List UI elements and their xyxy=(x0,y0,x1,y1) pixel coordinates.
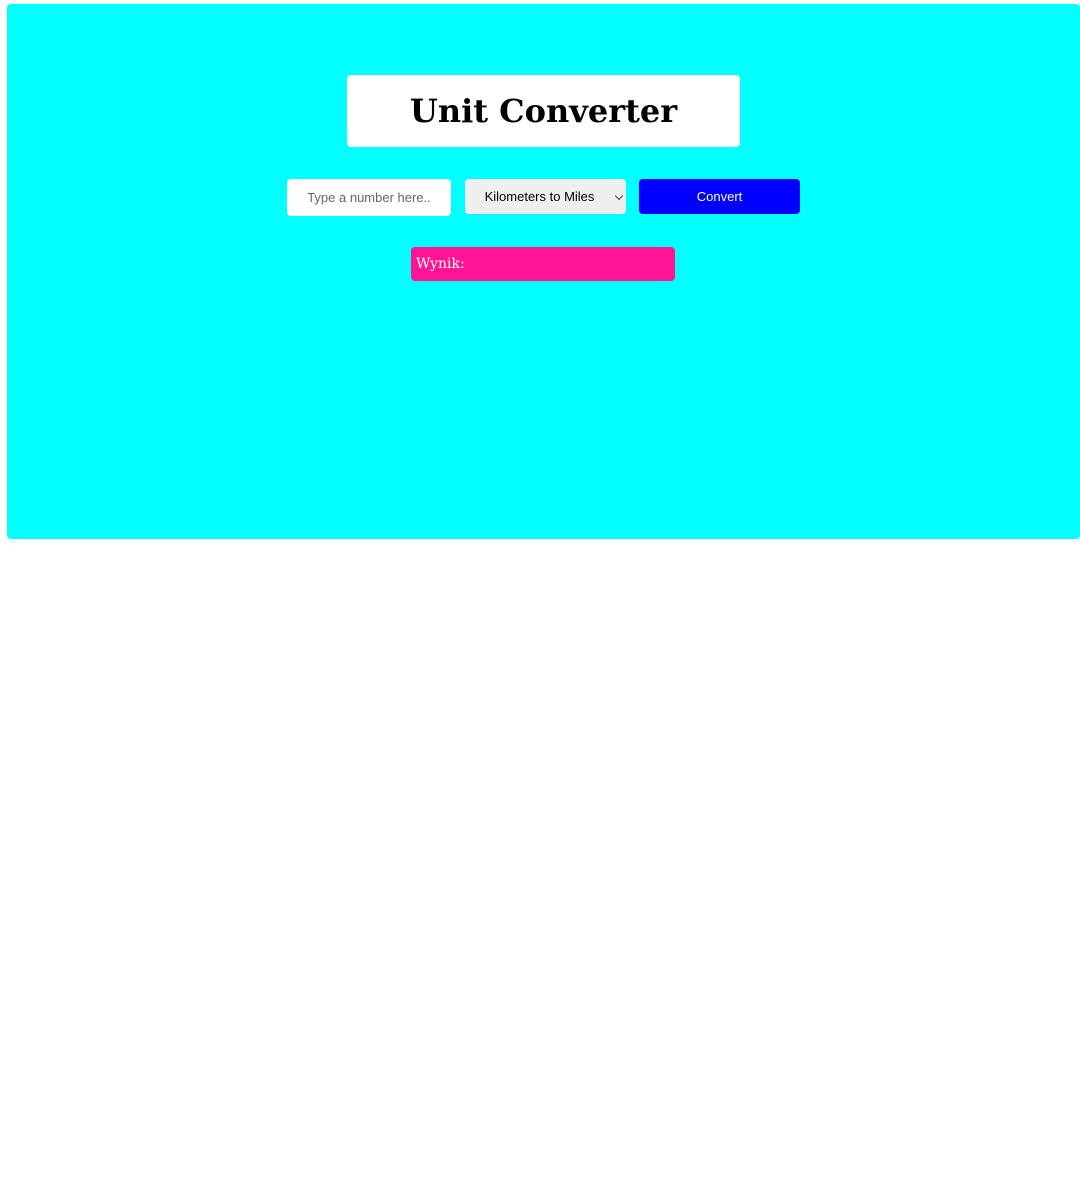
unit-select-value: Kilometers to Miles xyxy=(484,189,595,204)
result-box: Wynik: xyxy=(411,247,675,281)
title-box: Unit Converter xyxy=(347,75,740,147)
result-label: Wynik: xyxy=(416,256,465,272)
number-input[interactable] xyxy=(287,179,451,216)
chevron-down-icon xyxy=(614,191,624,200)
convert-button[interactable]: Convert xyxy=(639,179,800,214)
page-title: Unit Converter xyxy=(409,92,678,130)
converter-panel: Unit Converter Kilometers to Miles Conve… xyxy=(7,4,1080,539)
unit-select[interactable]: Kilometers to Miles xyxy=(465,179,626,214)
